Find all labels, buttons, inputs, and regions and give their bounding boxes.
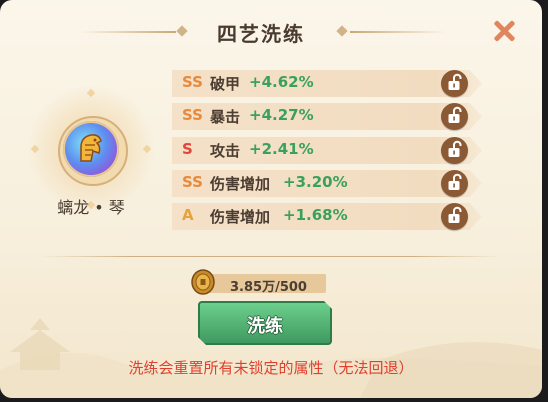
attribute-value: +2.41%	[249, 140, 314, 158]
attribute-row: SS 暴击 +4.27%	[172, 103, 492, 130]
close-icon[interactable]	[491, 18, 517, 44]
qilin-head-icon	[80, 134, 102, 162]
attribute-value: +3.20%	[283, 173, 348, 191]
qilin-orb-icon[interactable]	[63, 121, 119, 177]
title-right-ornament	[350, 31, 446, 33]
title-right-diamond	[336, 25, 348, 37]
dialog-title: 四艺洗练	[217, 22, 305, 46]
attribute-grade: SS	[182, 73, 203, 91]
attribute-name: 伤害增加	[210, 208, 271, 226]
attribute-row: A 伤害增加 +1.68%	[172, 203, 492, 230]
hero-name: 螭龙 • 琴	[57, 198, 125, 217]
attribute-grade: A	[182, 206, 194, 224]
attribute-name: 攻击	[210, 142, 241, 160]
wash-dialog: 四艺洗练 螭龙 • 琴 SS 破甲 +4.62% SS 暴击 +4.27% S …	[0, 0, 542, 398]
attribute-row: S 攻击 +2.41%	[172, 137, 492, 164]
wash-button-label: 洗练	[247, 316, 283, 337]
gold-coin-icon	[191, 269, 215, 295]
title-bar: 四艺洗练	[0, 14, 542, 50]
wash-button[interactable]: 洗练	[198, 301, 332, 345]
attribute-name: 破甲	[210, 75, 241, 93]
reset-warning-text: 洗练会重置所有未锁定的属性（无法回退）	[128, 359, 414, 377]
unlocked-padlock-icon[interactable]	[441, 170, 468, 197]
attribute-row: SS 伤害增加 +3.20%	[172, 170, 492, 197]
cost-text: 3.85万/500	[230, 280, 307, 295]
attribute-row: SS 破甲 +4.62%	[172, 70, 492, 97]
wash-cost: 3.85万/500	[191, 269, 326, 295]
attribute-value: +4.62%	[249, 73, 314, 91]
unlocked-padlock-icon[interactable]	[441, 203, 468, 230]
unlocked-padlock-icon[interactable]	[441, 103, 468, 130]
attribute-value: +1.68%	[283, 206, 348, 224]
attribute-name: 暴击	[210, 108, 241, 126]
attribute-grade: SS	[182, 106, 203, 124]
attribute-value: +4.27%	[249, 106, 314, 124]
attribute-grade: SS	[182, 173, 203, 191]
unlocked-padlock-icon[interactable]	[441, 70, 468, 97]
title-left-ornament	[80, 31, 176, 33]
attribute-name: 伤害增加	[210, 175, 271, 193]
attribute-grade: S	[182, 140, 193, 158]
unlocked-padlock-icon[interactable]	[441, 137, 468, 164]
section-divider	[40, 256, 502, 257]
cost-bar: 3.85万/500	[208, 274, 326, 295]
